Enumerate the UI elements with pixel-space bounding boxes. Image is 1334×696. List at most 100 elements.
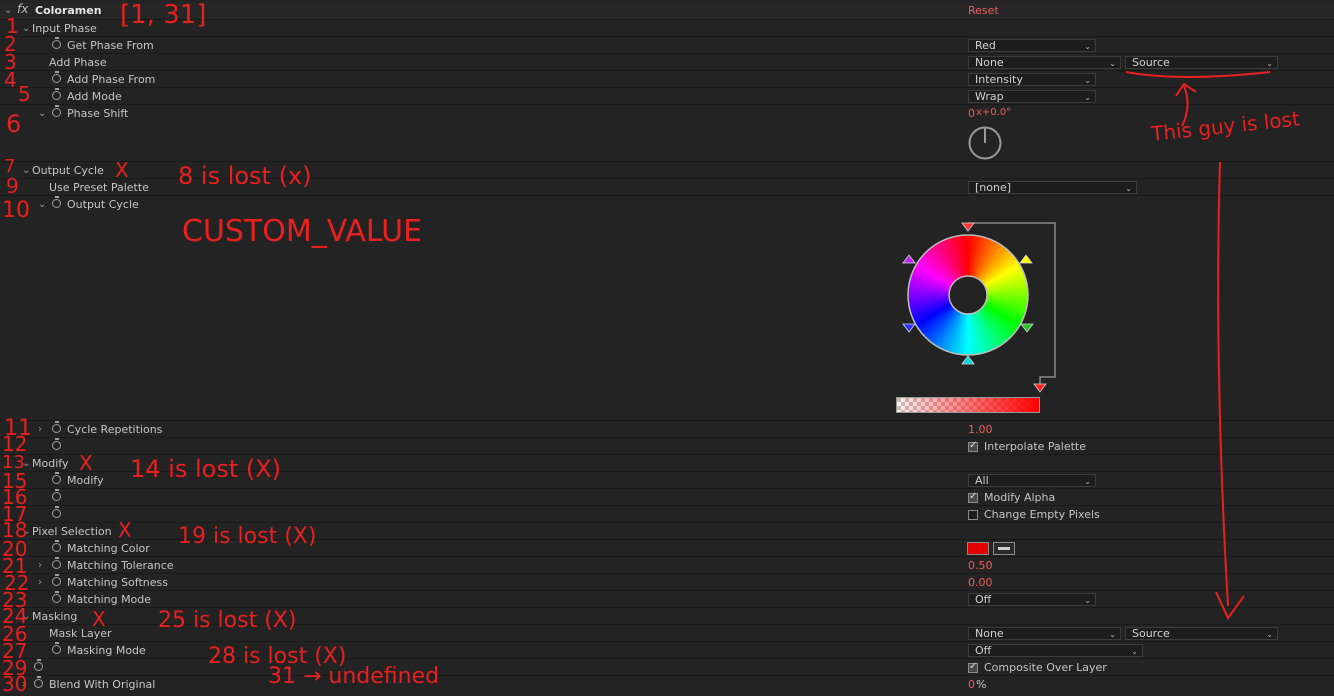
phase-shift-revolutions[interactable]: 0 [968,107,975,120]
param-label: Matching Color [67,542,150,555]
chevron-down-icon: ⌄ [1131,647,1138,656]
reset-button[interactable]: Reset [968,4,999,17]
mask-layer-dropdown[interactable]: None ⌄ [968,627,1121,640]
param-label: Blend With Original [49,678,156,691]
color-wheel-widget[interactable] [890,218,1070,418]
checkbox-label: Composite Over Layer [984,661,1107,674]
get-phase-from-dropdown[interactable]: Red ⌄ [968,39,1096,52]
annotation-n30: 30 [2,672,28,696]
stopwatch-icon[interactable] [52,642,61,654]
cycle-repetitions-value[interactable]: 1.00 [968,423,993,436]
stopwatch-icon[interactable] [34,676,43,688]
group-label: Input Phase [32,22,97,35]
chevron-down-icon: ⌄ [1084,42,1091,51]
add-phase-from-dropdown[interactable]: Intensity ⌄ [968,73,1096,86]
annotation-n4: 4 [4,68,17,92]
change-empty-pixels-checkbox[interactable] [968,510,978,520]
matching-softness-value[interactable]: 0.00 [968,576,993,589]
stopwatch-icon[interactable] [52,438,61,450]
param-label: Phase Shift [67,107,129,120]
param-get-phase-from: Get Phase From Red ⌄ [0,36,1334,54]
blend-unit: % [976,678,987,691]
group-label: Output Cycle [32,164,104,177]
param-label: Matching Mode [67,593,152,606]
stopwatch-icon[interactable] [52,71,61,83]
param-label: Add Mode [67,90,122,103]
param-label: Add Phase [49,56,107,69]
chevron-down-icon[interactable]: ⌄ [38,196,50,213]
modify-dropdown[interactable]: All ⌄ [968,474,1096,487]
param-label: Matching Tolerance [67,559,174,572]
blend-value[interactable]: 0 [968,678,975,691]
param-label: Add Phase From [67,73,156,86]
annotation-lost14: 14 is lost (X) [130,455,282,483]
annotation-custom-value: CUSTOM_VALUE [182,214,423,249]
group-label: Masking [32,610,78,623]
composite-over-layer-checkbox[interactable] [968,661,978,673]
chevron-down-icon: ⌄ [1084,477,1091,486]
chevron-right-icon[interactable]: › [38,421,50,438]
chevron-right-icon[interactable]: › [38,574,50,591]
chevron-down-icon[interactable]: ⌄ [38,105,50,122]
stopwatch-icon[interactable] [52,574,61,586]
masking-mode-dropdown[interactable]: Off ⌄ [968,644,1143,657]
stopwatch-icon[interactable] [52,506,61,518]
chevron-down-icon: ⌄ [1084,76,1091,85]
stopwatch-icon[interactable] [52,540,61,552]
annotation-n6: 6 [6,110,22,138]
chevron-right-icon[interactable]: › [38,557,50,574]
preset-palette-dropdown[interactable]: [none] ⌄ [968,181,1137,194]
checkbox-label: Change Empty Pixels [984,508,1100,521]
palette-gradient-bar[interactable] [896,397,1040,413]
chevron-down-icon: ⌄ [1084,596,1091,605]
matching-mode-dropdown[interactable]: Off ⌄ [968,593,1096,606]
stopwatch-icon[interactable] [52,196,61,208]
param-label: Output Cycle [67,198,139,211]
matching-color-swatch[interactable] [967,542,989,555]
annotation-x-pixel-selection: X [118,518,132,542]
chevron-down-icon: ⌄ [1084,93,1091,102]
stopwatch-icon[interactable] [52,557,61,569]
mask-layer-source-dropdown[interactable]: Source ⌄ [1125,627,1278,640]
stopwatch-icon[interactable] [52,421,61,433]
annotation-arrows [1125,71,1271,620]
annotation-x-output-cycle: X [115,158,129,182]
annotation-n10: 10 [2,198,30,223]
param-label: Masking Mode [67,644,146,657]
annotation-lost25: 25 is lost (X) [158,608,297,633]
checkbox-label: Interpolate Palette [984,440,1087,453]
modify-alpha-checkbox[interactable] [968,491,978,503]
effect-name: Coloramen [35,4,102,17]
annotation-x-masking: X [92,607,106,631]
stopwatch-icon[interactable] [34,659,43,671]
param-label: Cycle Repetitions [67,423,163,436]
annotation-n9: 9 [6,174,19,198]
annotation-x-modify: X [79,451,93,475]
interpolate-palette-checkbox[interactable] [968,440,978,452]
stopwatch-icon[interactable] [52,105,61,117]
stopwatch-icon[interactable] [52,88,61,100]
group-label: Modify [32,457,69,470]
eyedropper-icon[interactable] [993,542,1015,555]
annotation-lost8: 8 is lost (x) [178,162,312,190]
annotation-lost19: 19 is lost (X) [178,524,317,549]
chevron-down-icon: ⌄ [1109,630,1116,639]
add-mode-dropdown[interactable]: Wrap ⌄ [968,90,1096,103]
annotation-undefined31: 31 → undefined [268,664,440,689]
chevron-down-icon: ⌄ [1109,59,1116,68]
checkbox-label: Modify Alpha [984,491,1056,504]
phase-shift-degrees[interactable]: x+0.0° [976,107,1011,118]
param-blend-with-original: › Blend With Original 0 % [0,675,1334,693]
chevron-down-icon: ⌄ [1266,630,1273,639]
stopwatch-icon[interactable] [52,489,61,501]
phase-shift-dial[interactable] [967,125,1003,161]
param-masking-mode: Masking Mode Off ⌄ [0,641,1334,659]
stopwatch-icon[interactable] [52,472,61,484]
matching-tolerance-value[interactable]: 0.50 [968,559,993,572]
param-label: Get Phase From [67,39,154,52]
add-phase-dropdown[interactable]: None ⌄ [968,56,1121,69]
stopwatch-icon[interactable] [52,591,61,603]
annotation-n5: 5 [18,82,31,106]
param-composite-over-layer: Composite Over Layer [0,658,1334,676]
stopwatch-icon[interactable] [52,37,61,49]
